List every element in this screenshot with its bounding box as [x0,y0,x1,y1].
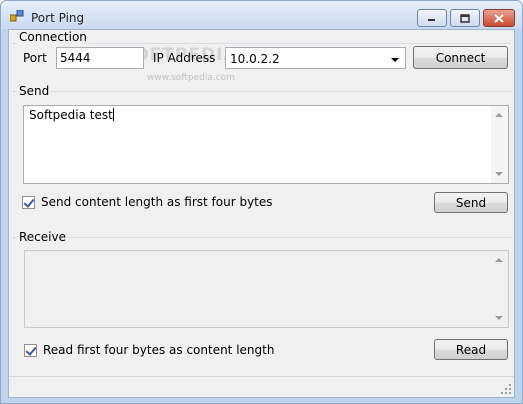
client-area: SOFTPEDIA www.softpedia.com Connection P… [8,29,515,398]
app-window: Port Ping SOFTPEDIA www.softpedia.com Co… [0,0,523,404]
minimize-icon [428,19,435,21]
connect-button[interactable]: Connect [413,46,508,69]
send-scrollbar[interactable] [491,106,508,183]
scroll-up-icon[interactable] [495,258,503,262]
send-button[interactable]: Send [434,192,508,213]
network-ports-icon [10,10,24,22]
ip-address-select[interactable]: 10.0.2.2 [225,47,406,69]
maximize-icon [460,13,470,23]
chevron-down-icon[interactable] [391,58,399,62]
resize-grip-icon[interactable] [500,383,512,395]
send-textarea[interactable]: Softpedia test [23,105,509,184]
title-bar[interactable]: Port Ping [1,1,522,29]
close-button[interactable] [483,9,515,27]
port-label: Port [23,51,47,65]
send-group-label: Send [17,84,52,98]
send-length-checkbox-label[interactable]: Send content length as first four bytes [41,195,273,209]
connection-group-label: Connection [17,30,89,44]
send-length-checkbox[interactable] [22,196,35,209]
status-bar [9,376,514,397]
scroll-down-icon[interactable] [495,316,503,320]
read-length-checkbox[interactable] [24,344,37,357]
close-icon [494,13,504,23]
receive-scrollbar[interactable] [491,251,508,327]
receive-group-label: Receive [17,230,68,244]
minimize-button[interactable] [417,9,447,27]
read-length-checkbox-label[interactable]: Read first four bytes as content length [43,343,274,357]
ip-address-value: 10.0.2.2 [230,52,280,66]
scroll-up-icon[interactable] [495,113,503,117]
receive-textarea[interactable] [24,250,509,328]
window-title: Port Ping [31,11,85,25]
ip-address-label: IP Address [153,51,216,65]
send-text: Softpedia test [29,108,113,122]
text-caret [112,108,114,121]
maximize-button[interactable] [450,9,480,27]
port-input[interactable]: 5444 [56,47,144,69]
scroll-down-icon[interactable] [495,172,503,176]
read-button[interactable]: Read [434,339,508,360]
